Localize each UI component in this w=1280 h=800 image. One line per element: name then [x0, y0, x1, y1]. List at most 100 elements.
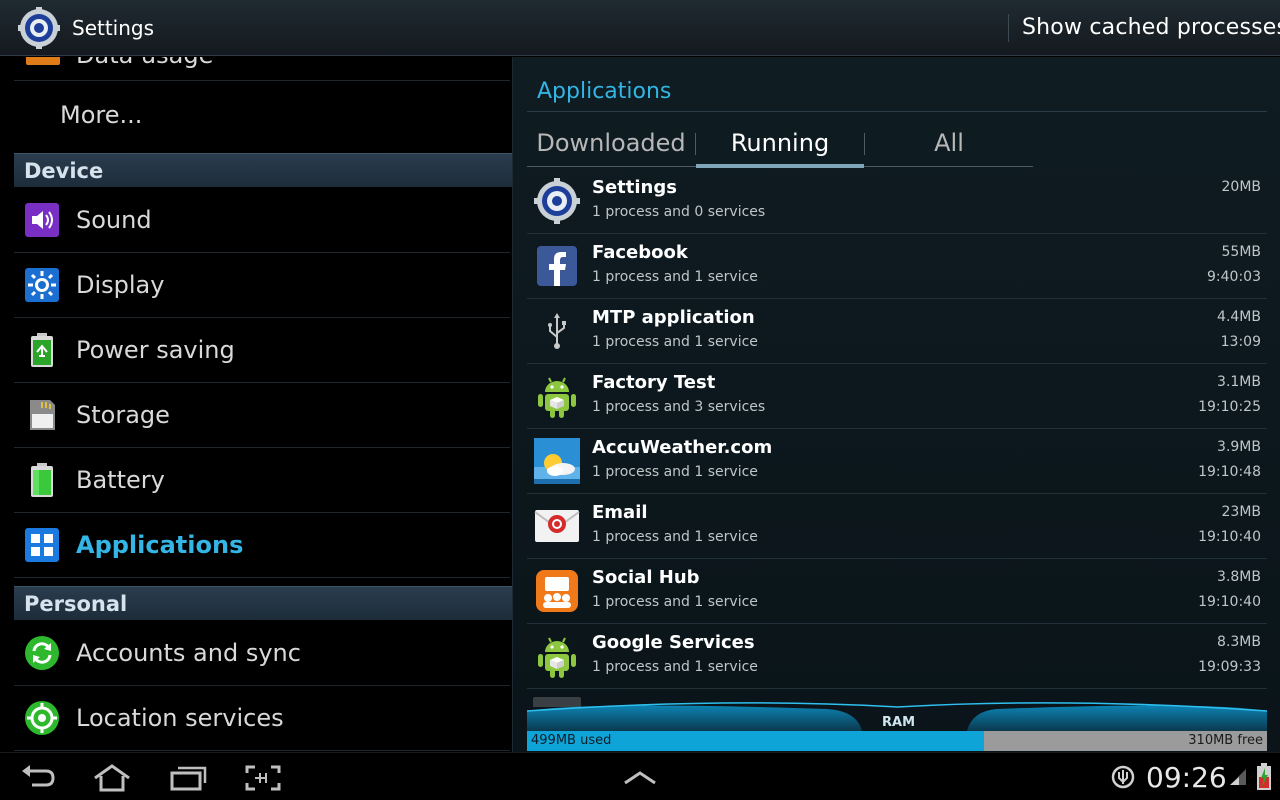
display-icon — [25, 268, 59, 302]
usb-icon — [548, 313, 566, 349]
list-item[interactable]: Social Hub 1 process and 1 service 3.8MB… — [527, 559, 1267, 624]
tab-running[interactable]: Running — [696, 123, 864, 168]
running-process-list[interactable]: Settings 1 process and 0 services 20MB F… — [527, 169, 1267, 707]
sound-icon — [25, 203, 59, 237]
nav-item-label: Battery — [76, 466, 165, 494]
nav-item-label: More... — [60, 101, 143, 129]
process-memory: 4.4MB — [1217, 309, 1261, 325]
process-memory: 3.9MB — [1217, 439, 1261, 455]
nav-item-label: Data usage — [76, 57, 213, 69]
tab-downloaded[interactable]: Downloaded — [527, 123, 695, 167]
process-name: MTP application — [592, 307, 755, 328]
email-icon — [534, 510, 580, 542]
process-memory: 8.3MB — [1217, 634, 1261, 650]
ram-used-text: 499MB used — [531, 733, 612, 748]
settings-nav-pane: Data usage More... Device Sound Displa — [0, 57, 512, 752]
process-name: AccuWeather.com — [592, 437, 773, 458]
list-item[interactable]: Google Services 1 process and 1 service … — [527, 624, 1267, 689]
nav-item-storage[interactable]: Storage — [14, 383, 510, 448]
ram-free-text: 310MB free — [1188, 733, 1263, 748]
sync-icon — [25, 636, 59, 670]
signal-icon — [1230, 769, 1246, 785]
nav-item-label: Location services — [76, 704, 284, 732]
clock: 09:26 — [1146, 761, 1227, 794]
location-icon — [25, 701, 59, 735]
settings-gear-icon — [534, 178, 580, 224]
tab-all[interactable]: All — [865, 123, 1033, 167]
nav-item-accounts-and-sync[interactable]: Accounts and sync — [14, 621, 510, 686]
process-memory: 3.8MB — [1217, 569, 1261, 585]
process-memory: 20MB — [1221, 179, 1262, 195]
power-saving-icon — [31, 333, 53, 367]
process-uptime: 9:40:03 — [1207, 269, 1261, 285]
process-detail: 1 process and 3 services — [592, 399, 766, 415]
nav-item-label: Power saving — [76, 336, 235, 364]
nav-item-label: Accounts and sync — [76, 639, 301, 667]
system-bar: 09:26 — [0, 752, 1280, 800]
list-item[interactable]: Facebook 1 process and 1 service 55MB 9:… — [527, 234, 1267, 299]
process-memory: 3.1MB — [1217, 374, 1261, 390]
title-divider — [527, 111, 1267, 112]
process-name: Settings — [592, 177, 677, 198]
accuweather-icon — [534, 438, 580, 484]
nav-item-power-saving[interactable]: Power saving — [14, 318, 510, 383]
android-icon — [538, 377, 576, 418]
battery-charging-icon — [1257, 763, 1271, 790]
facebook-icon — [537, 246, 577, 286]
process-detail: 1 process and 1 service — [592, 659, 758, 675]
list-item[interactable]: AccuWeather.com 1 process and 1 service … — [527, 429, 1267, 494]
process-detail: 1 process and 1 service — [592, 464, 758, 480]
ram-usage-panel: RAM 499MB used 310MB free — [527, 697, 1267, 753]
nav-item-label: Applications — [76, 531, 244, 559]
tab-bar: Downloaded Running All — [527, 123, 1033, 168]
process-name: Facebook — [592, 242, 688, 263]
ram-usage-bar: 499MB used 310MB free — [527, 731, 1267, 751]
process-detail: 1 process and 1 service — [592, 334, 758, 350]
process-name: Google Services — [592, 632, 755, 653]
list-item[interactable]: Settings 1 process and 0 services 20MB — [527, 169, 1267, 234]
nav-item-applications[interactable]: Applications — [14, 513, 512, 578]
usb-debugging-icon — [1111, 765, 1135, 789]
process-uptime: 19:10:48 — [1198, 464, 1261, 480]
nav-item-battery[interactable]: Battery — [14, 448, 510, 513]
nav-item-label: Sound — [76, 206, 152, 234]
applications-pane: Applications Downloaded Running All Sett… — [512, 57, 1280, 752]
back-icon[interactable] — [18, 763, 58, 793]
nav-item-more[interactable]: More... — [14, 81, 510, 151]
home-icon[interactable] — [92, 763, 132, 793]
app-title: Settings — [72, 16, 155, 40]
applications-icon — [25, 528, 59, 562]
section-header-personal: Personal — [14, 586, 512, 620]
nav-item-sound[interactable]: Sound — [14, 188, 510, 253]
show-cached-processes-button[interactable]: Show cached processes — [1022, 15, 1280, 40]
process-uptime: 19:09:33 — [1198, 659, 1261, 675]
process-detail: 1 process and 1 service — [592, 594, 758, 610]
section-header-label: Device — [24, 159, 104, 183]
list-item[interactable]: MTP application 1 process and 1 service … — [527, 299, 1267, 364]
process-uptime: 13:09 — [1220, 334, 1261, 350]
process-name: Email — [592, 502, 648, 523]
social-hub-icon — [536, 570, 578, 612]
recent-apps-icon[interactable] — [168, 763, 208, 793]
process-memory: 23MB — [1221, 504, 1262, 520]
process-uptime: 19:10:40 — [1198, 594, 1261, 610]
process-uptime: 19:10:40 — [1198, 529, 1261, 545]
list-item[interactable]: Factory Test 1 process and 3 services 3.… — [527, 364, 1267, 429]
android-icon — [538, 637, 576, 678]
action-bar-divider — [1008, 14, 1009, 42]
data-usage-icon — [26, 57, 60, 65]
screenshot-icon[interactable] — [243, 763, 283, 793]
ram-label: RAM — [882, 715, 916, 730]
process-name: Social Hub — [592, 567, 700, 588]
nav-item-location-services[interactable]: Location services — [14, 686, 510, 751]
nav-item-label: Storage — [76, 401, 170, 429]
nav-item-data-usage[interactable]: Data usage — [14, 57, 510, 81]
nav-item-display[interactable]: Display — [14, 253, 510, 318]
settings-gear-icon[interactable] — [18, 7, 60, 49]
storage-icon — [30, 400, 55, 430]
pane-title: Applications — [537, 79, 672, 104]
chevron-up-icon[interactable] — [620, 763, 660, 793]
process-uptime: 19:10:25 — [1198, 399, 1261, 415]
section-header-label: Personal — [24, 592, 128, 616]
list-item[interactable]: Email 1 process and 1 service 23MB 19:10… — [527, 494, 1267, 559]
